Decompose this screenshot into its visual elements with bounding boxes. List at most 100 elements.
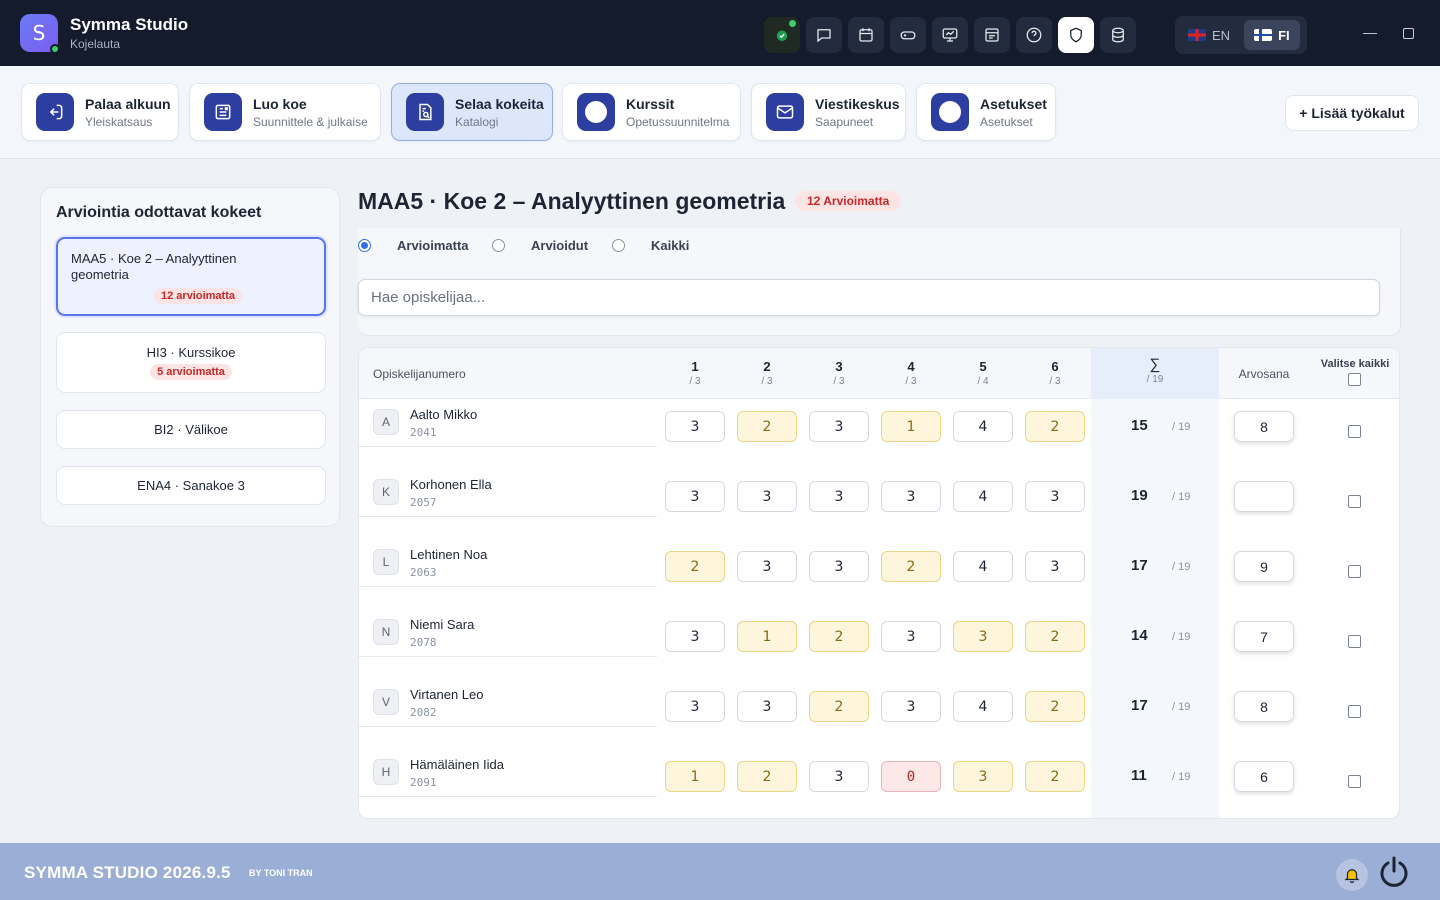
- score-input-q6[interactable]: 3: [1025, 481, 1085, 512]
- status-check-button[interactable]: [764, 17, 800, 53]
- score-input-q4[interactable]: 3: [881, 621, 941, 652]
- student-id: 2063: [410, 566, 437, 579]
- question-max: / 3: [833, 376, 845, 387]
- mail-icon: [776, 105, 794, 119]
- help-button[interactable]: [1016, 17, 1052, 53]
- chat-button[interactable]: [806, 17, 842, 53]
- col-question-6: 6/ 3: [1025, 359, 1085, 387]
- language-switcher: EN FI: [1175, 16, 1307, 54]
- score-input-q4[interactable]: 2: [881, 551, 941, 582]
- student-id: 2041: [410, 426, 437, 439]
- tool-selaa-kokeita[interactable]: Selaa kokeita Katalogi: [391, 83, 553, 141]
- select-all-checkbox[interactable]: [1348, 373, 1361, 386]
- database-button[interactable]: [1100, 17, 1136, 53]
- score-input-q5[interactable]: 3: [953, 761, 1013, 792]
- filter-arvioimatta[interactable]: Arvioimatta: [358, 238, 469, 253]
- select-checkbox[interactable]: [1348, 495, 1361, 508]
- search-input[interactable]: [358, 279, 1380, 316]
- window-button[interactable]: [974, 17, 1010, 53]
- score-input-q6[interactable]: 3: [1025, 551, 1085, 582]
- score-input-q6[interactable]: 2: [1025, 411, 1085, 442]
- exam-item-bi2[interactable]: BI2 · Välikoe: [56, 410, 326, 449]
- score-input-q1[interactable]: 3: [665, 621, 725, 652]
- score-input-q6[interactable]: 2: [1025, 761, 1085, 792]
- maximize-button[interactable]: [1403, 28, 1414, 39]
- score-input-q1[interactable]: 1: [665, 761, 725, 792]
- question-max: / 3: [761, 376, 773, 387]
- table-row: K Korhonen Ella 2057 3 3 3 3 4 3 19/ 19: [359, 469, 1399, 539]
- notifications-button[interactable]: [1336, 859, 1368, 891]
- select-checkbox[interactable]: [1348, 565, 1361, 578]
- score-input-q3[interactable]: 2: [809, 621, 869, 652]
- score-input-q5[interactable]: 4: [953, 481, 1013, 512]
- select-checkbox[interactable]: [1348, 775, 1361, 788]
- select-checkbox[interactable]: [1348, 705, 1361, 718]
- score-input-q3[interactable]: 3: [809, 481, 869, 512]
- select-checkbox[interactable]: [1348, 635, 1361, 648]
- exam-item-ena4[interactable]: ENA4 · Sanakoe 3: [56, 466, 326, 505]
- database-icon: [1112, 27, 1124, 43]
- student-name: Hämäläinen Iida: [410, 757, 504, 772]
- filter-arvioidut[interactable]: Arvioidut: [492, 238, 588, 253]
- lang-en-button[interactable]: EN: [1178, 20, 1240, 50]
- score-input-q5[interactable]: 4: [953, 691, 1013, 722]
- filter-kaikki[interactable]: Kaikki: [612, 238, 689, 253]
- gamepad-button[interactable]: [890, 17, 926, 53]
- help-icon: [1026, 27, 1042, 43]
- security-button[interactable]: [1058, 17, 1094, 53]
- tool-luo-koe[interactable]: Luo koe Suunnittele & julkaise: [189, 83, 381, 141]
- col-question-1: 1/ 3: [665, 359, 725, 387]
- tool-asetukset[interactable]: Asetukset Asetukset: [916, 83, 1056, 141]
- score-input-q6[interactable]: 2: [1025, 621, 1085, 652]
- grade-input[interactable]: 9: [1234, 551, 1294, 582]
- score-input-q5[interactable]: 4: [953, 411, 1013, 442]
- score-input-q4[interactable]: 0: [881, 761, 941, 792]
- score-input-q2[interactable]: 1: [737, 621, 797, 652]
- exam-item-maa5[interactable]: MAA5 · Koe 2 – Analyyttinen geometria 12…: [56, 237, 326, 316]
- select-checkbox[interactable]: [1348, 425, 1361, 438]
- grade-input[interactable]: [1234, 481, 1294, 512]
- score-input-q2[interactable]: 3: [737, 551, 797, 582]
- student-id: 2091: [410, 776, 437, 789]
- score-input-q6[interactable]: 2: [1025, 691, 1085, 722]
- avatar: K: [373, 479, 399, 505]
- tool-viestikeskus[interactable]: Viestikeskus Saapuneet: [751, 83, 906, 141]
- radio[interactable]: [492, 239, 505, 252]
- lang-fi-button[interactable]: FI: [1244, 20, 1300, 50]
- presentation-button[interactable]: [932, 17, 968, 53]
- score-input-q4[interactable]: 3: [881, 691, 941, 722]
- score-input-q4[interactable]: 1: [881, 411, 941, 442]
- minimize-button[interactable]: —: [1363, 24, 1377, 40]
- score-input-q3[interactable]: 3: [809, 411, 869, 442]
- score-input-q1[interactable]: 3: [665, 411, 725, 442]
- score-input-q5[interactable]: 4: [953, 551, 1013, 582]
- calendar-icon: [859, 28, 873, 42]
- radio-selected[interactable]: [358, 239, 371, 252]
- tool-row: Palaa alkuun Yleiskatsaus Luo koe Suunnitt…: [0, 66, 1440, 159]
- tool-palaa-alkuun[interactable]: Palaa alkuun Yleiskatsaus: [21, 83, 179, 141]
- total-max: / 19: [1172, 421, 1191, 433]
- grade-input[interactable]: 8: [1234, 691, 1294, 722]
- score-input-q3[interactable]: 3: [809, 761, 869, 792]
- score-input-q2[interactable]: 3: [737, 481, 797, 512]
- score-input-q1[interactable]: 3: [665, 691, 725, 722]
- power-button[interactable]: [1378, 855, 1410, 889]
- grade-input[interactable]: 8: [1234, 411, 1294, 442]
- score-input-q2[interactable]: 3: [737, 691, 797, 722]
- radio[interactable]: [612, 239, 625, 252]
- score-input-q3[interactable]: 2: [809, 691, 869, 722]
- exam-item-hi3[interactable]: HI3 · Kurssikoe 5 arvioimatta: [56, 332, 326, 393]
- tool-kurssit[interactable]: Kurssit Opetussuunnitelma: [562, 83, 741, 141]
- score-input-q2[interactable]: 2: [737, 411, 797, 442]
- score-input-q2[interactable]: 2: [737, 761, 797, 792]
- grade-input[interactable]: 7: [1234, 621, 1294, 652]
- grade-input[interactable]: 6: [1234, 761, 1294, 792]
- score-input-q4[interactable]: 3: [881, 481, 941, 512]
- score-input-q1[interactable]: 3: [665, 481, 725, 512]
- avatar: V: [373, 689, 399, 715]
- score-input-q1[interactable]: 2: [665, 551, 725, 582]
- score-input-q3[interactable]: 3: [809, 551, 869, 582]
- calendar-button[interactable]: [848, 17, 884, 53]
- add-tools-button[interactable]: + Lisää työkalut: [1285, 95, 1419, 131]
- score-input-q5[interactable]: 3: [953, 621, 1013, 652]
